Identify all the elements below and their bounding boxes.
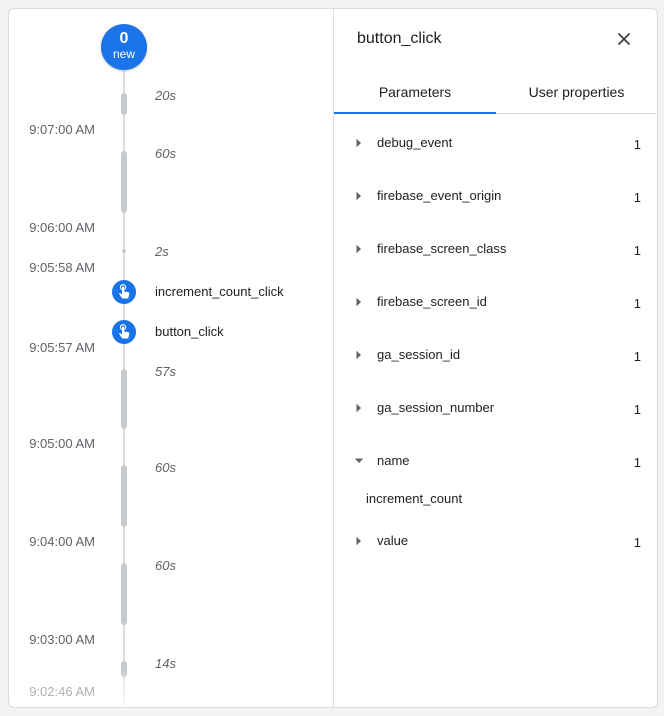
param-value: increment_count — [366, 491, 463, 506]
param-name: firebase_screen_class — [377, 241, 507, 256]
param-row[interactable]: firebase_event_origin 1 — [334, 184, 657, 210]
time-segment — [122, 249, 126, 253]
param-name: ga_session_number — [377, 400, 495, 415]
duration-label: 14s — [155, 656, 176, 671]
param-row[interactable]: debug_event 1 — [334, 131, 657, 157]
param-count: 1 — [633, 349, 641, 364]
param-name: firebase_event_origin — [377, 188, 502, 203]
debugview-card: 0 new 20s 60s 2s 57s 60s 60s 14s 9:07:00… — [8, 8, 658, 708]
duration-label: 60s — [155, 146, 176, 161]
param-count: 1 — [633, 535, 641, 550]
new-label: new — [112, 47, 135, 61]
param-count: 1 — [633, 137, 641, 152]
event-label[interactable]: button_click — [155, 324, 224, 339]
timestamp: 9:07:00 AM — [29, 122, 95, 137]
duration-label: 2s — [155, 244, 169, 259]
event-title: button_click — [357, 30, 442, 47]
param-count: 1 — [633, 296, 641, 311]
param-row[interactable]: firebase_screen_id 1 — [334, 290, 657, 316]
caret-right-icon — [356, 244, 361, 254]
timestamp: 9:05:00 AM — [29, 436, 95, 451]
param-count: 1 — [633, 243, 641, 258]
close-icon-glyph — [618, 33, 630, 45]
param-name: firebase_screen_id — [377, 294, 487, 309]
param-row[interactable]: value 1 — [334, 529, 657, 555]
touch-icon-glyph — [119, 284, 130, 299]
param-count: 1 — [633, 402, 641, 417]
timestamp: 9:05:58 AM — [29, 260, 95, 275]
duration-label: 20s — [155, 88, 176, 103]
caret-down-icon — [354, 458, 364, 463]
new-events-badge[interactable]: 0 new — [101, 24, 147, 70]
param-name: value — [377, 533, 409, 548]
duration-label: 60s — [155, 460, 176, 475]
new-count: 0 — [119, 30, 129, 47]
param-name: debug_event — [377, 135, 453, 150]
time-segment — [121, 93, 127, 115]
event-detail-panel: button_click Parameters User properties … — [334, 9, 657, 707]
caret-right-icon — [356, 191, 361, 201]
param-row[interactable]: name 1 — [334, 449, 657, 475]
param-count: 1 — [633, 455, 641, 470]
detail-tabs: Parameters User properties — [334, 68, 657, 114]
caret-right-icon — [356, 297, 361, 307]
caret-right-icon — [356, 350, 361, 360]
param-name: name — [377, 453, 410, 468]
time-segment — [121, 563, 127, 625]
duration-label: 57s — [155, 364, 176, 379]
param-row[interactable]: ga_session_id 1 — [334, 343, 657, 369]
touch-icon[interactable] — [112, 280, 136, 304]
caret-right-icon — [356, 536, 361, 546]
param-count: 1 — [633, 190, 641, 205]
time-segment — [121, 465, 127, 527]
tab-parameters[interactable]: Parameters — [334, 68, 496, 113]
caret-right-icon — [356, 138, 361, 148]
active-tab-indicator — [334, 112, 496, 114]
tab-user-properties[interactable]: User properties — [496, 68, 657, 113]
close-icon[interactable] — [612, 27, 636, 51]
caret-right-icon — [356, 403, 361, 413]
param-row[interactable]: ga_session_number 1 — [334, 396, 657, 422]
param-row[interactable]: firebase_screen_class 1 — [334, 237, 657, 263]
timestamp: 9:02:46 AM — [29, 684, 95, 699]
time-segment — [121, 151, 127, 213]
param-name: ga_session_id — [377, 347, 461, 362]
timestamp: 9:06:00 AM — [29, 220, 95, 235]
event-label[interactable]: increment_count_click — [155, 284, 284, 299]
timestamp: 9:05:57 AM — [29, 340, 95, 355]
time-segment — [121, 369, 127, 429]
timestamp: 9:04:00 AM — [29, 534, 95, 549]
touch-icon-glyph — [119, 324, 130, 339]
duration-label: 60s — [155, 558, 176, 573]
timeline-fade — [109, 669, 149, 707]
event-timeline[interactable]: 0 new 20s 60s 2s 57s 60s 60s 14s 9:07:00… — [9, 9, 334, 707]
timestamp: 9:03:00 AM — [29, 632, 95, 647]
touch-icon[interactable] — [112, 320, 136, 344]
